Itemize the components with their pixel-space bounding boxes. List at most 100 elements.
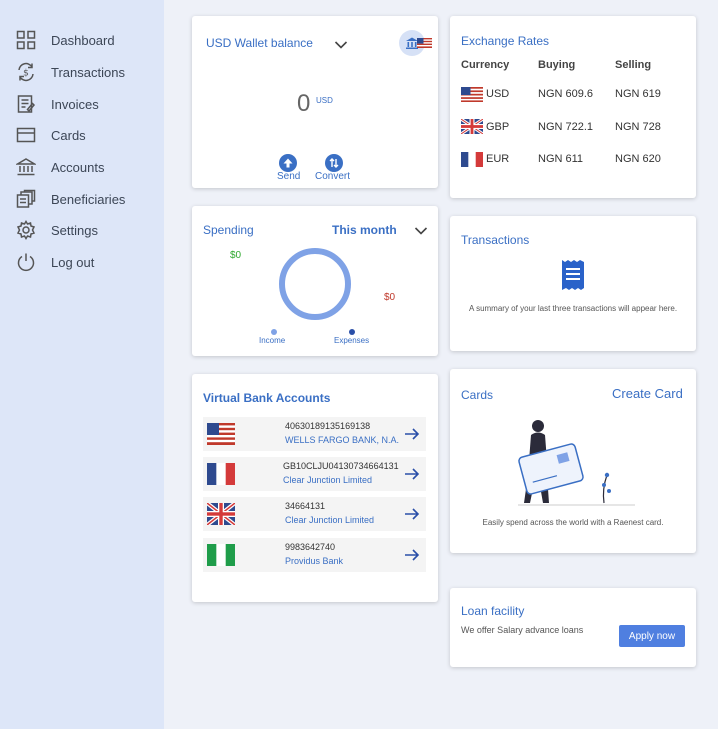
cards-title: Cards [461,388,494,402]
loan-title: Loan facility [461,604,525,618]
sidebar: Dashboard $ Transactions Invoices Cards … [0,0,164,729]
gb-flag-icon [461,119,483,134]
virtual-accounts-title: Virtual Bank Accounts [203,391,331,405]
apply-now-button[interactable]: Apply now [619,625,685,647]
send-button[interactable] [279,154,297,172]
income-label: Income [259,336,286,345]
us-flag-icon [207,423,235,445]
arrow-up-icon [283,158,293,168]
expenses-label: Expenses [334,336,370,345]
card-illustration [518,420,635,506]
sidebar-item-label: Log out [51,254,95,270]
virtual-account-row[interactable]: 40630189135169138 WELLS FARGO BANK, N.A. [203,417,426,451]
spending-donut-chart [279,248,351,320]
bank-name: Clear Junction Limited [283,475,373,485]
exchange-title: Exchange Rates [461,34,550,48]
sidebar-item-label: Dashboard [51,32,115,48]
fr-flag-icon [461,152,483,167]
rate-selling: NGN 619 [615,88,661,100]
beneficiaries-icon [16,189,36,208]
rate-currency: EUR [486,153,510,165]
loan-text: We offer Salary advance loans [461,625,584,635]
account-number: 9983642740 [285,542,336,552]
invoice-icon [17,95,36,113]
sidebar-item-label: Beneficiaries [51,191,126,207]
fr-flag-icon [207,463,235,485]
exchange-rates-card: Exchange Rates Currency Buying Selling U… [450,16,696,198]
us-flag-icon [417,38,432,48]
wallet-balance: 0 [297,90,311,117]
swap-icon [329,158,339,168]
transactions-card: Transactions A summary of your last thre… [450,216,696,351]
ng-flag-icon [207,544,235,566]
account-number: 34664131 [285,501,326,511]
convert-label[interactable]: Convert [315,171,350,182]
virtual-account-row[interactable]: GB10CLJU04130734664131 Clear Junction Li… [203,457,426,491]
svg-text:$: $ [23,69,29,79]
expenses-value: $0 [384,292,396,303]
transactions-title: Transactions [461,233,530,247]
send-label[interactable]: Send [277,171,300,182]
sidebar-item-beneficiaries[interactable]: Beneficiaries [0,185,164,213]
period-select[interactable]: This month [332,223,397,237]
sidebar-item-label: Settings [51,222,98,238]
expenses-legend-dot [349,329,355,335]
rate-buying: NGN 611 [538,153,584,165]
virtual-accounts-card: Virtual Bank Accounts 40630189135169138 … [192,374,438,602]
virtual-account-row[interactable]: 9983642740 Providus Bank [203,538,426,572]
rate-currency: USD [486,88,510,100]
sidebar-item-settings[interactable]: Settings [0,216,164,244]
chevron-down-icon[interactable] [334,40,348,50]
cards-caption: Easily spend across the world with a Rae… [482,518,664,527]
arrow-right-icon[interactable] [404,506,420,522]
sidebar-item-label: Transactions [51,64,125,80]
sidebar-item-label: Accounts [51,159,105,175]
power-icon [17,253,35,272]
exchange-dollar-icon: $ [18,62,34,82]
wallet-title: USD Wallet balance [206,36,313,50]
virtual-account-row[interactable]: 34664131 Clear Junction Limited [203,497,426,531]
bank-name: WELLS FARGO BANK, N.A. [285,435,400,445]
rate-selling: NGN 728 [615,121,661,133]
rate-currency: GBP [486,121,510,133]
chevron-down-icon[interactable] [414,226,428,236]
sidebar-item-label: Cards [51,127,86,143]
sidebar-item-dashboard[interactable]: Dashboard [0,26,164,54]
spending-title: Spending [203,223,254,237]
grid-icon [16,30,36,50]
arrow-right-icon[interactable] [404,547,420,563]
card-icon [16,127,36,143]
gear-icon [16,220,36,240]
us-flag-icon [461,87,483,102]
rate-selling: NGN 620 [615,153,661,165]
account-number: GB10CLJU04130734664131 [283,461,399,471]
create-card-link[interactable]: Create Card [612,386,683,401]
sidebar-item-transactions[interactable]: $ Transactions [0,58,164,86]
wallet-currency: USD [316,96,333,105]
sidebar-item-accounts[interactable]: Accounts [0,153,164,181]
receipt-icon [562,260,584,290]
arrow-right-icon[interactable] [404,466,420,482]
account-number: 40630189135169138 [285,421,371,431]
bank-name: Clear Junction Limited [285,515,375,525]
sidebar-item-cards[interactable]: Cards [0,121,164,149]
loan-card: Loan facility We offer Salary advance lo… [450,588,696,667]
arrow-right-icon[interactable] [404,426,420,442]
cards-card: Cards Create Card Easily spend across th… [450,369,696,553]
sidebar-item-label: Invoices [51,96,99,112]
rate-buying: NGN 609.6 [538,88,594,100]
sidebar-item-invoices[interactable]: Invoices [0,90,164,118]
spending-card: Spending This month $0 $0 Income Expense… [192,206,438,356]
header-currency: Currency [461,59,510,71]
wallet-card: USD Wallet balance 0 USD Send Convert [192,16,438,188]
sidebar-item-logout[interactable]: Log out [0,248,164,276]
header-buying: Buying [538,59,576,71]
income-value: $0 [230,250,242,261]
gb-flag-icon [207,503,235,525]
convert-button[interactable] [325,154,343,172]
transactions-empty-text: A summary of your last three transaction… [468,304,678,313]
header-selling: Selling [615,59,652,71]
rate-buying: NGN 722.1 [538,121,594,133]
bank-icon [16,158,36,176]
bank-name: Providus Bank [285,556,344,566]
